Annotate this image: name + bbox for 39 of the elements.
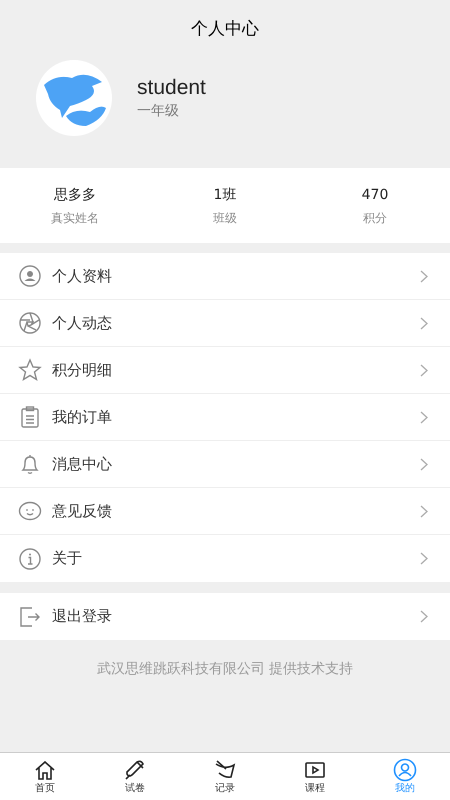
menu-item[interactable]: 退出登录 bbox=[0, 593, 450, 640]
menu-item[interactable]: 个人动态 bbox=[0, 300, 450, 347]
footer-text: 武汉思维跳跃科技有限公司 提供技术支持 bbox=[96, 660, 354, 679]
user-icon bbox=[393, 758, 417, 782]
info-icon bbox=[18, 546, 42, 570]
aperture-icon bbox=[18, 311, 42, 335]
avatar-icon bbox=[36, 60, 112, 136]
menu-item[interactable]: 消息中心 bbox=[0, 441, 450, 488]
chevron-right-icon bbox=[420, 316, 428, 330]
chevron-right-icon bbox=[420, 364, 428, 376]
chevron-right-icon bbox=[420, 552, 428, 565]
username: student bbox=[137, 74, 206, 100]
menu-item[interactable]: 关于 bbox=[0, 535, 450, 582]
stat-label: 积分 bbox=[363, 210, 387, 226]
chevron-right-icon bbox=[420, 270, 428, 282]
stat-value: 1班 bbox=[214, 186, 236, 204]
chevron-right-icon bbox=[420, 458, 428, 470]
star-icon bbox=[18, 358, 42, 382]
menu-item[interactable]: 我的订单 bbox=[0, 394, 450, 441]
home-icon bbox=[33, 758, 57, 782]
tab-item[interactable]: 记录 bbox=[180, 753, 270, 800]
stat-value: 思多多 bbox=[54, 186, 96, 204]
logout-icon bbox=[18, 604, 42, 628]
menu-item[interactable]: 个人资料 bbox=[0, 253, 450, 300]
chevron-right-icon bbox=[420, 410, 428, 424]
smiley-face-icon bbox=[18, 499, 42, 523]
profile-icon bbox=[18, 264, 42, 288]
stat-label: 真实姓名 bbox=[51, 210, 99, 226]
page-title: 个人中心 bbox=[191, 18, 259, 42]
grade-label: 一年级 bbox=[137, 102, 180, 120]
tab-item[interactable]: 课程 bbox=[270, 753, 360, 800]
stat-label: 班级 bbox=[213, 210, 237, 226]
tab-item[interactable]: 首页 bbox=[0, 753, 90, 800]
chevron-right-icon bbox=[420, 610, 428, 623]
stat-value: 470 bbox=[362, 186, 388, 204]
tab-item[interactable]: 试卷 bbox=[90, 753, 180, 800]
menu-item[interactable]: 积分明细 bbox=[0, 347, 450, 394]
chevron-right-icon bbox=[420, 504, 428, 518]
menu-item[interactable]: 意见反馈 bbox=[0, 488, 450, 535]
